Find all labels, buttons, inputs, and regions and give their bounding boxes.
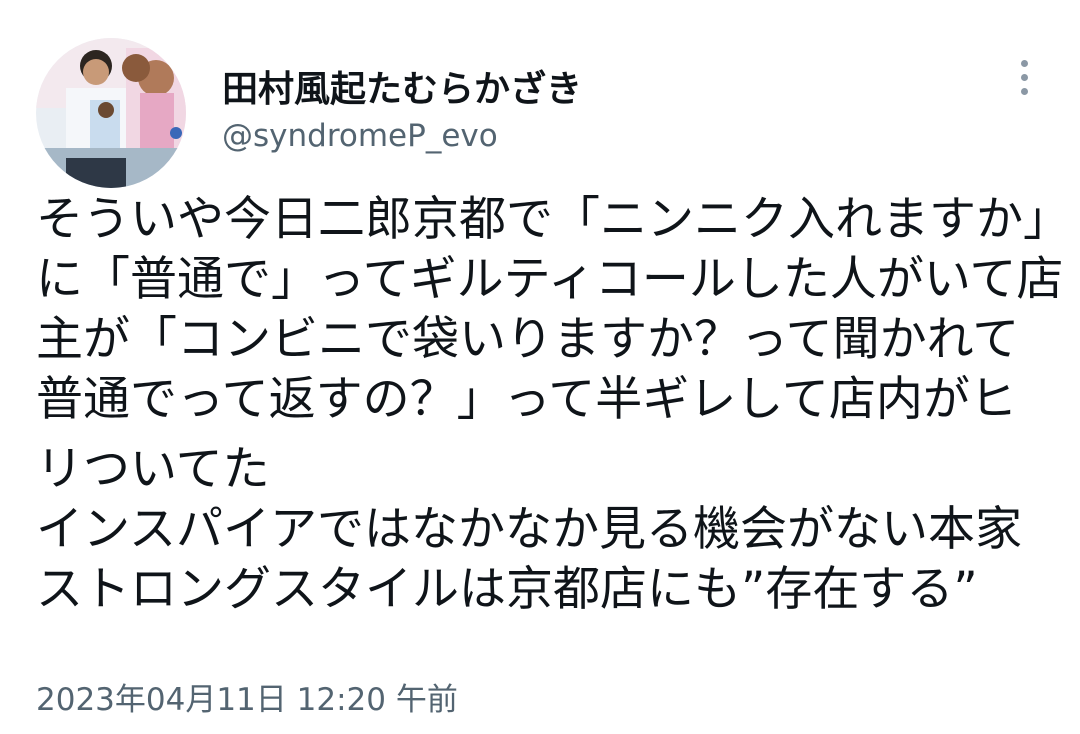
tweet-text-line: に「普通で」ってギルティコールした人がいて店 — [36, 252, 1064, 307]
author-handle[interactable]: @syndromeP_evo — [222, 118, 498, 154]
more-options-icon[interactable] — [1004, 56, 1044, 100]
tweet-text-line: インスパイアではなかなか見る機会がない本家 — [36, 502, 1023, 557]
tweet-timestamp[interactable]: 2023年04月11日 12:20 午前 — [36, 674, 458, 719]
tweet-card: 田村風起たむらかざき @syndromeP_evo そういや今日二郎京都で「ニン… — [0, 0, 1080, 734]
dot — [1021, 60, 1028, 67]
tweet-text: そういや今日二郎京都で「ニンニク入れますか」 に「普通で」ってギルティコールした… — [36, 190, 1070, 620]
author-display-name[interactable]: 田村風起たむらかざき — [222, 60, 582, 112]
author-avatar[interactable] — [36, 38, 186, 188]
tweet-text-line: 普通でって返すの？」って半ギレして店内がヒ — [36, 372, 1017, 427]
dot — [1021, 74, 1028, 81]
dot — [1021, 88, 1028, 95]
tweet-text-line: そういや今日二郎京都で「ニンニク入れますか」 — [36, 192, 1070, 247]
tweet-text-line: 主が「コンビニで袋いりますか？って聞かれて — [36, 312, 1020, 367]
tweet-text-line: リついてた — [36, 442, 270, 497]
avatar-image — [36, 38, 186, 188]
tweet-text-line: ストロングスタイルは京都店にも”存在する” — [36, 562, 978, 617]
